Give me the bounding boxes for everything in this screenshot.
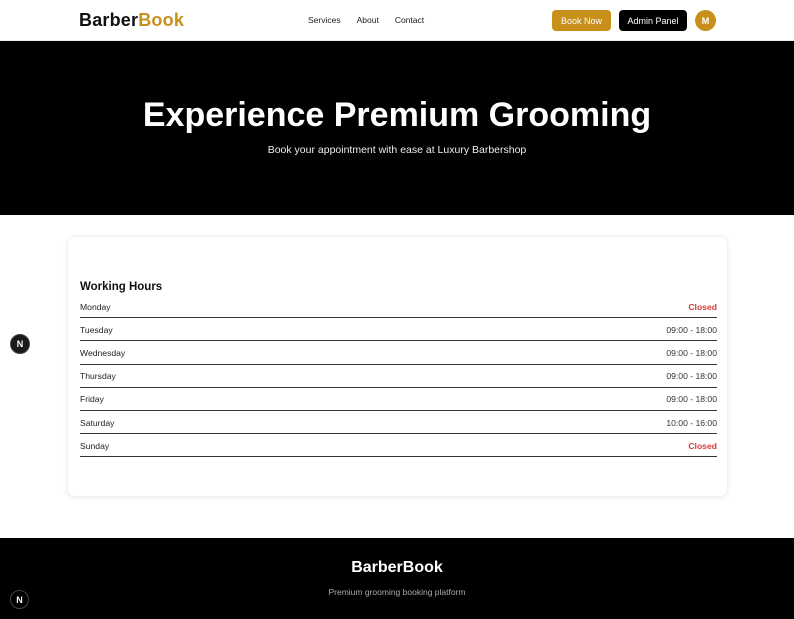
day-label: Sunday [80,440,110,451]
working-hours-title: Working Hours [80,281,163,293]
nav-link-about[interactable]: About [357,15,379,26]
hero-subtitle: Book your appointment with ease at Luxur… [267,144,527,156]
logo-text-barber: Barber [79,10,139,30]
day-label: Friday [80,394,104,405]
day-label: Tuesday [80,324,113,335]
hours-value: Closed [688,301,717,312]
hours-row-monday: Monday Closed [80,295,717,319]
working-hours-card: Working Hours Monday Closed Tuesday 09:0… [67,236,728,497]
hours-row-sunday: Sunday Closed [80,434,717,458]
footer-title: BarberBook [351,559,443,576]
hours-value: 09:00 - 18:00 [666,347,717,358]
hero-section: Experience Premium Grooming Book your ap… [0,41,794,215]
hours-row-thursday: Thursday 09:00 - 18:00 [80,365,717,388]
working-hours-list: Monday Closed Tuesday 09:00 - 18:00 Wedn… [80,295,717,458]
admin-panel-button[interactable]: Admin Panel [619,10,687,31]
logo-text-book: Book [138,10,185,30]
site-header: BarberBook Services About Contact Book N… [0,0,794,41]
devtools-n-icon-footer[interactable]: N [10,590,29,609]
hours-value: 10:00 - 16:00 [666,417,717,428]
brand-logo[interactable]: BarberBook [79,10,184,30]
footer-tagline: Premium grooming booking platform [328,587,466,597]
hours-value: Closed [688,440,717,451]
book-now-button[interactable]: Book Now [552,10,611,31]
devtools-n-icon[interactable]: N [10,334,30,354]
site-footer: BarberBook Premium grooming booking plat… [0,538,794,619]
day-label: Thursday [80,371,116,382]
hours-row-tuesday: Tuesday 09:00 - 18:00 [80,318,717,342]
hours-value: 09:00 - 18:00 [666,371,717,382]
main-nav: Services About Contact [308,15,424,26]
hero-title: Experience Premium Grooming [142,96,652,134]
user-avatar[interactable]: M [695,10,716,31]
day-label: Saturday [80,417,115,428]
hours-value: 09:00 - 18:00 [666,394,717,405]
hours-row-friday: Friday 09:00 - 18:00 [80,388,717,411]
nav-link-services[interactable]: Services [308,15,341,26]
day-label: Monday [80,301,111,312]
hours-row-saturday: Saturday 10:00 - 16:00 [80,411,717,435]
nav-link-contact[interactable]: Contact [395,15,424,26]
hours-value: 09:00 - 18:00 [666,324,717,335]
day-label: Wednesday [80,347,126,358]
hours-row-wednesday: Wednesday 09:00 - 18:00 [80,341,717,365]
